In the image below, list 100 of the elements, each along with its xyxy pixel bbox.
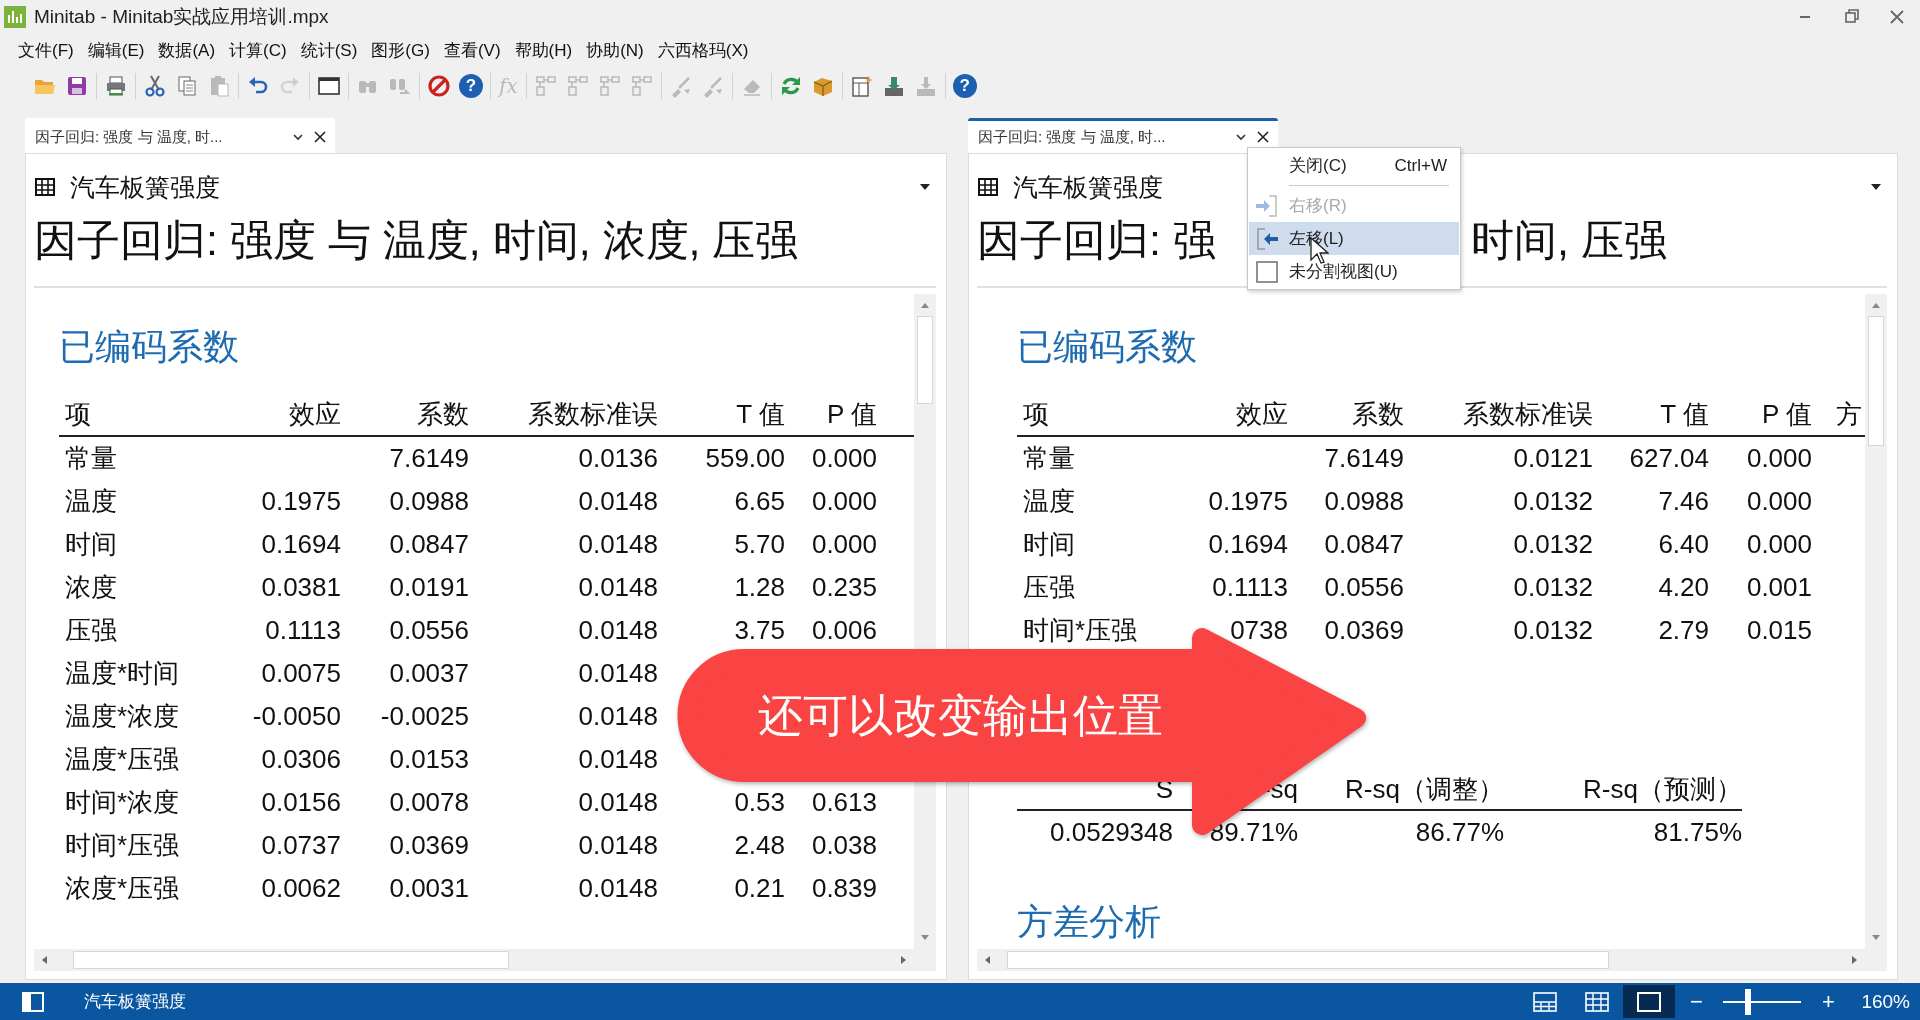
table-cell-text: 0.0148 [577, 571, 658, 604]
table-cell-text: 2.79 [1657, 614, 1709, 647]
zoom-in-button[interactable]: + [1813, 988, 1844, 1015]
menu-item[interactable]: 六西格玛(X) [651, 35, 755, 65]
table-cell-text: 0.000 [810, 528, 877, 561]
table-cell-text: 0.0078 [388, 786, 469, 819]
table-cell-text: 0.1975 [1207, 485, 1288, 518]
dropdown-caret-icon[interactable] [1869, 182, 1883, 192]
table-cell-text: 0.0737 [260, 829, 341, 862]
output-title: 因子回归: 强 [977, 215, 1216, 266]
table-cell-text: 0.0132 [1512, 571, 1593, 604]
table-cell-text: 0.015 [1745, 614, 1812, 647]
table-cell-text: 4.20 [1657, 571, 1709, 604]
table-cell-text: 86.77% [1414, 816, 1504, 849]
table-cell-text: 浓度 [64, 571, 118, 604]
column-header: 项 [59, 393, 219, 437]
table-cell-text: 0.0148 [577, 700, 658, 733]
table-cell-text: 2.48 [733, 829, 785, 862]
table-cell-text: 0.0988 [388, 485, 469, 518]
table-cell-text: -0.0025 [379, 700, 469, 733]
close-icon[interactable] [1256, 130, 1270, 144]
help-button[interactable]: ? [459, 74, 483, 98]
menu-item[interactable]: 数据(A) [152, 35, 222, 65]
column-header: R-sq（调整） [1298, 769, 1504, 811]
table-cell-text: 0.0148 [577, 743, 658, 776]
menu-item[interactable]: 协助(N) [580, 35, 650, 65]
table-cell-text: 0.0148 [577, 614, 658, 647]
horizontal-scrollbar[interactable] [977, 949, 1887, 971]
menu-item[interactable]: 帮助(H) [508, 35, 579, 65]
table-cell-text: 0.0191 [388, 571, 469, 604]
printer-icon[interactable] [104, 74, 128, 98]
zoom-level: 160% [1861, 990, 1910, 1013]
menu-item[interactable]: 编辑(E) [81, 35, 151, 65]
document-tab[interactable]: 因子回归: 强度 与 温度, 时... [968, 118, 1278, 153]
table-cell-text: 温度*压强 [64, 743, 181, 776]
menu-item[interactable]: 统计(S) [294, 35, 364, 65]
dropdown-caret-icon[interactable] [918, 182, 932, 192]
column-header: 系数标准误 [469, 393, 658, 437]
table-cell-text: 时间*压强 [1022, 614, 1139, 647]
menu-item[interactable]: 图形(G) [365, 35, 436, 65]
table-cell-text: 0.0369 [388, 829, 469, 862]
table-cell-text: 0.0988 [1323, 485, 1404, 518]
new-sheet-icon[interactable] [849, 74, 874, 98]
table-cell-text: 5.70 [733, 528, 785, 561]
table-cell-text: 0.0075 [260, 657, 341, 690]
document-tab[interactable]: 因子回归: 强度 与 温度, 时... [25, 118, 335, 153]
table-cell-text: 0.038 [810, 829, 877, 862]
table-cell-text: 0.0148 [577, 528, 658, 561]
no-entry-icon[interactable] [427, 74, 451, 98]
column-header: P 值 [785, 393, 877, 437]
grid-icon [1585, 991, 1610, 1012]
table-icon [34, 176, 56, 198]
table-cell-text: 温度 [1022, 485, 1076, 518]
table-cell-text: 7.46 [1657, 485, 1709, 518]
scrollbar-thumb[interactable] [917, 316, 933, 404]
help-button[interactable]: ? [952, 74, 977, 98]
column-header: R-sq（预测） [1504, 769, 1742, 811]
vertical-scrollbar[interactable] [1865, 294, 1887, 949]
menu-item[interactable]: 计算(C) [223, 35, 293, 65]
view-button[interactable] [1623, 985, 1676, 1018]
copy-icon[interactable] [175, 74, 199, 98]
table-cell-text: 常量 [1022, 442, 1076, 475]
table-cell-text: 0.1113 [264, 614, 341, 647]
menu-item[interactable]: 查看(V) [437, 35, 507, 65]
column-header: 系数 [341, 393, 469, 437]
table-cell-text: 压强 [64, 614, 118, 647]
table-cell-text: 3.75 [733, 614, 785, 647]
table-cell-text: 0.000 [1745, 442, 1812, 475]
table-cell-text: 0.0037 [388, 657, 469, 690]
scrollbar-thumb[interactable] [72, 951, 510, 969]
table-cell-text: 0.235 [810, 571, 877, 604]
table-cell-text: 0.0148 [577, 485, 658, 518]
table-cell-text: 0.0529348 [1049, 816, 1173, 849]
panel-toggle-icon[interactable] [22, 991, 44, 1012]
table-cell-text: 627.04 [1628, 442, 1709, 475]
table-cell-text: 0.0556 [1323, 571, 1404, 604]
table-cell-text: 0.839 [810, 872, 877, 905]
column-header: 系数 [1288, 393, 1404, 437]
status-worksheet: 汽车板簧强度 [84, 991, 186, 1013]
horizontal-scrollbar[interactable] [34, 949, 936, 971]
table-cell-text: 时间 [64, 528, 118, 561]
table-cell-text: 0.0132 [1512, 614, 1593, 647]
table-cell-text: 0.53 [733, 786, 785, 819]
table-cell-text: 0.0132 [1512, 528, 1593, 561]
save-icon[interactable] [65, 74, 89, 98]
close-icon[interactable] [313, 130, 327, 144]
app-logo-icon [4, 6, 26, 28]
zoom-out-button[interactable]: − [1681, 988, 1712, 1015]
table-cell-text: 0.001 [1745, 571, 1812, 604]
window-icon[interactable] [317, 74, 341, 98]
table-cell-text: 温度 [64, 485, 118, 518]
scrollbar-thumb[interactable] [1868, 316, 1884, 447]
menu-item[interactable]: 文件(F) [12, 35, 80, 65]
section-heading: 已编码系数 [1017, 325, 1198, 369]
scissors-icon[interactable] [143, 74, 167, 98]
table-cell-text: 时间*压强 [64, 829, 181, 862]
table-cell-text: 温度*时间 [64, 657, 181, 690]
menu-item[interactable]: 未分割视图(U) [1249, 255, 1459, 288]
callout-text: 还可以改变输出位置 [756, 689, 1164, 743]
scrollbar-thumb[interactable] [1007, 951, 1609, 969]
